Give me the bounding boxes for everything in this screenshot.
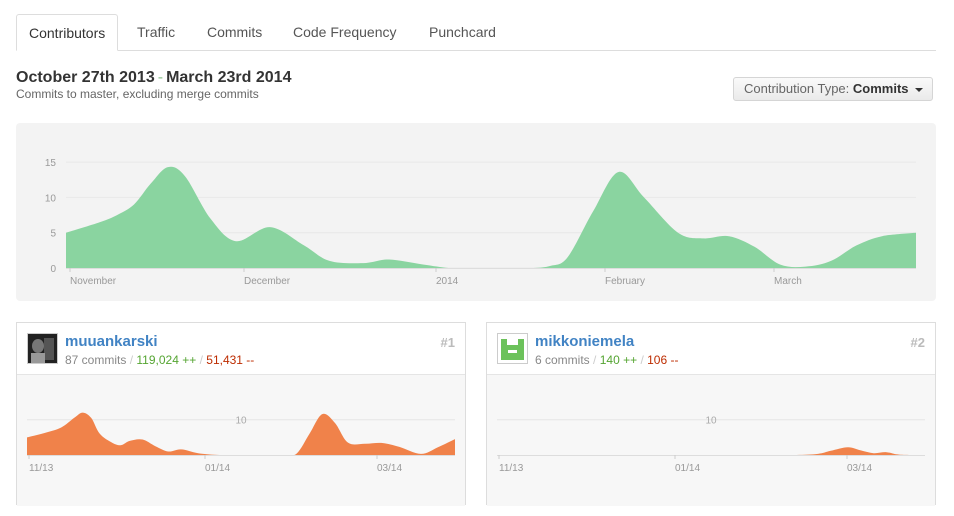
deletions-count: 51,431 --	[206, 353, 255, 367]
date-end: March 23rd 2014	[166, 69, 292, 86]
y-tick-label: 5	[50, 229, 56, 240]
contributor-rank: #2	[910, 335, 925, 350]
stats-separator: /	[129, 353, 134, 367]
stats-separator: /	[199, 353, 203, 367]
stats-separator: /	[593, 353, 597, 367]
x-tick-label: 03/14	[847, 463, 872, 474]
y-tick-label: 10	[45, 193, 57, 204]
contributor-card-1: muuankarski 87 commits / 119,024 ++ / 51…	[16, 322, 466, 506]
chevron-down-icon	[915, 88, 923, 92]
x-tick-label: 01/14	[675, 463, 700, 474]
avatar[interactable]	[497, 333, 528, 364]
commit-count: 87 commits	[65, 353, 127, 367]
date-separator: -	[157, 69, 164, 86]
x-tick-label: 03/14	[377, 463, 402, 474]
series-area	[497, 447, 925, 456]
stats-separator: /	[640, 353, 644, 367]
series-area	[66, 166, 916, 269]
x-tick-label: 2014	[436, 276, 459, 287]
commit-count: 6 commits	[535, 353, 590, 367]
date-range-title: October 27th 2013- March 23rd 2014	[16, 69, 291, 87]
date-start: October 27th 2013	[16, 69, 155, 86]
main-chart-svg: 15 10 5 0 November December 2014 February March	[45, 158, 916, 287]
x-tick-label: 11/13	[29, 463, 54, 474]
date-range-subtitle: Commits to master, excluding merge commi…	[16, 87, 259, 101]
contributor-chart-svg: 10 11/13 01/14 03/14	[497, 416, 925, 474]
contribution-type-dropdown[interactable]: Contribution Type: Commits	[733, 77, 933, 101]
additions-count: 119,024 ++	[136, 353, 197, 367]
x-tick-label: February	[605, 276, 645, 287]
y-mark-label: 10	[705, 416, 717, 427]
contributor-rank: #1	[440, 335, 455, 350]
avatar-photo	[28, 334, 57, 363]
contribution-type-value: Commits	[852, 81, 909, 96]
tab-commits[interactable]: Commits	[207, 14, 262, 49]
contributor-username[interactable]: muuankarski	[65, 333, 158, 350]
y-tick-label: 0	[50, 264, 56, 275]
y-tick-label: 15	[45, 158, 57, 169]
contributor-chart: 10 11/13 01/14 03/14	[17, 374, 465, 506]
main-contributions-chart: 15 10 5 0 November December 2014 February March	[16, 123, 936, 301]
contributor-card-2: mikkoniemela 6 commits / 140 ++ / 106 --…	[486, 322, 936, 506]
contribution-type-prefix: Contribution Type:	[744, 81, 850, 96]
x-tick-label: 11/13	[499, 463, 524, 474]
x-tick-label: 01/14	[205, 463, 230, 474]
x-tick-label: December	[244, 276, 291, 287]
tab-traffic[interactable]: Traffic	[137, 14, 175, 49]
x-tick-label: March	[774, 276, 802, 287]
tab-punchcard[interactable]: Punchcard	[429, 14, 496, 49]
tab-contributors[interactable]: Contributors	[16, 14, 119, 51]
contributor-stats: 87 commits / 119,024 ++ / 51,431 --	[65, 353, 254, 367]
x-tick-label: November	[70, 276, 117, 287]
avatar[interactable]	[27, 333, 58, 364]
contributor-stats: 6 commits / 140 ++ / 106 --	[535, 353, 678, 367]
tab-bar: Contributors Traffic Commits Code Freque…	[16, 14, 936, 51]
y-mark-label: 10	[235, 416, 247, 427]
contributor-username[interactable]: mikkoniemela	[535, 333, 634, 350]
tab-code-frequency[interactable]: Code Frequency	[293, 14, 397, 49]
contributor-chart-svg: 10 11/13 01/14 03/14	[27, 412, 455, 474]
contributor-chart: 10 11/13 01/14 03/14	[487, 374, 935, 506]
deletions-count: 106 --	[647, 353, 679, 367]
avatar-identicon	[500, 336, 525, 361]
additions-count: 140 ++	[599, 353, 638, 367]
